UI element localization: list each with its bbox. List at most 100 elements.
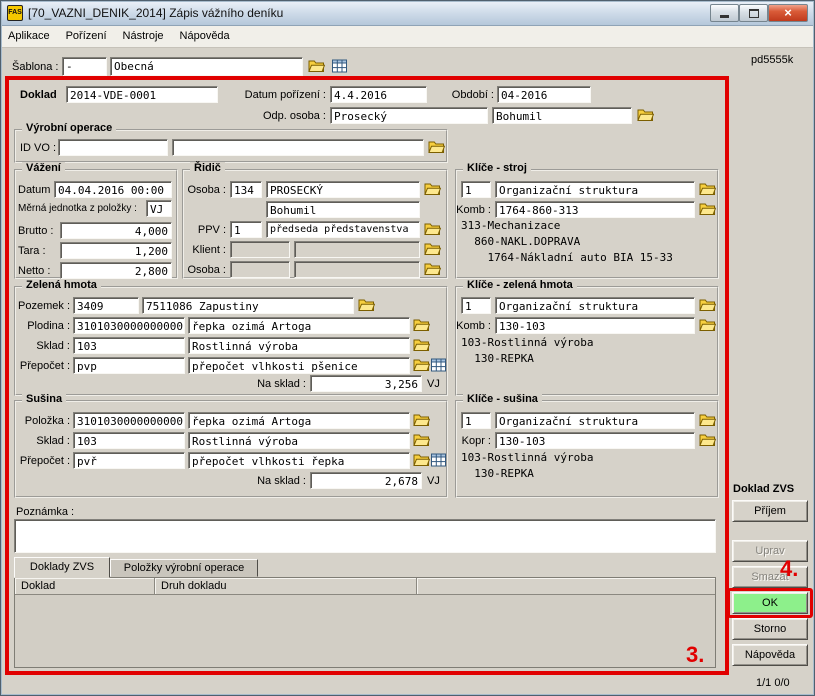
ridic-osoba-lookup-icon[interactable]	[424, 182, 442, 197]
zelena-sklad-lookup-icon[interactable]	[413, 338, 431, 353]
prijem-button[interactable]: Příjem	[732, 500, 808, 522]
window-title: [70_VAZNI_DENIK_2014] Zápis vážního dení…	[28, 6, 283, 20]
zelena-struktura-code-field[interactable]: 1	[461, 297, 491, 314]
ridic-osoba-surname-field[interactable]: PROSECKÝ	[266, 181, 420, 198]
menu-nastroje[interactable]: Nástroje	[115, 26, 172, 47]
doklady-grid[interactable]: Doklad Druh dokladu	[14, 577, 716, 668]
ridic-osoba2-name-field	[294, 261, 420, 278]
tara-field[interactable]: 1,200	[60, 242, 172, 259]
susina-sklad-code-field[interactable]: 103	[73, 432, 185, 449]
pozemek-code-field[interactable]: 3409	[73, 297, 139, 314]
plodina-lookup-icon[interactable]	[413, 318, 431, 333]
kopr-label: Kopr :	[455, 435, 491, 447]
brutto-field[interactable]: 4,000	[60, 222, 172, 239]
polozka-name-field[interactable]: řepka ozimá Artoga	[188, 412, 410, 429]
zelena-komb-lookup-icon[interactable]	[699, 318, 717, 333]
zelena-struktura-lookup-icon[interactable]	[699, 298, 717, 313]
merna-jednotka-field[interactable]: VJ	[146, 200, 172, 217]
sablona-name-field[interactable]: Obecná	[110, 57, 303, 76]
polozka-label: Položka :	[14, 415, 70, 427]
zelena-struktura-name-field[interactable]: Organizační struktura	[495, 297, 695, 314]
title-bar[interactable]: FAS [70_VAZNI_DENIK_2014] Zápis vážního …	[0, 0, 815, 26]
ridic-osoba2-lookup-icon[interactable]	[424, 262, 442, 277]
maximize-button[interactable]	[739, 4, 768, 22]
zelena-prepocet-table-icon[interactable]	[431, 358, 449, 373]
sablona-short-field[interactable]: -	[62, 57, 107, 76]
poznamka-input[interactable]	[14, 519, 716, 553]
id-vo-name-field[interactable]	[172, 139, 424, 156]
stroj-struktura-lookup-icon[interactable]	[699, 182, 717, 197]
susina-struktura-code-field[interactable]: 1	[461, 412, 491, 429]
app-logo-icon: FAS	[7, 5, 23, 21]
plodina-code-field[interactable]: 3101030000000000	[73, 317, 185, 334]
ok-button[interactable]: OK	[732, 592, 808, 614]
kopr-field[interactable]: 130-103	[495, 432, 695, 449]
menu-bar: AplikacePořízeníNástrojeNápověda	[0, 26, 815, 48]
form-code: pd5555k	[751, 54, 793, 66]
susina-sklad-lookup-icon[interactable]	[413, 433, 431, 448]
stroj-komb-lookup-icon[interactable]	[699, 202, 717, 217]
datum-porizeni-label: Datum pořízení :	[236, 89, 326, 101]
susina-struktura-lookup-icon[interactable]	[699, 413, 717, 428]
vazeni-datum-field[interactable]: 04.04.2016 00:00	[54, 181, 172, 198]
susina-sklad-name-field[interactable]: Rostlinná výroba	[188, 432, 410, 449]
zelena-prepocet-code-field[interactable]: pvp	[73, 357, 185, 374]
close-button[interactable]: ×	[768, 4, 808, 22]
susina-desc-line: 103-Rostlinná výroba	[461, 451, 593, 464]
plodina-name-field[interactable]: řepka ozimá Artoga	[188, 317, 410, 334]
id-vo-lookup-icon[interactable]	[428, 140, 446, 155]
poznamka-label: Poznámka :	[16, 506, 74, 518]
zelena-hmota-title: Zelená hmota	[22, 279, 101, 291]
menu-aplikace[interactable]: Aplikace	[0, 26, 58, 47]
odp-osoba-lookup-icon[interactable]	[637, 108, 655, 123]
klient-lookup-icon[interactable]	[424, 242, 442, 257]
zelena-prepocet-lookup-icon[interactable]	[413, 358, 431, 373]
ridic-osoba-name-field[interactable]: Bohumil	[266, 201, 420, 218]
tab-doklady-zvs[interactable]: Doklady ZVS	[14, 557, 110, 578]
zelena-sklad-code-field[interactable]: 103	[73, 337, 185, 354]
open-template-icon[interactable]	[308, 59, 326, 74]
zelena-desc-line: 103-Rostlinná výroba	[461, 336, 593, 349]
pozemek-lookup-icon[interactable]	[358, 298, 376, 313]
annotation-step3-label: 3.	[686, 642, 704, 668]
kopr-lookup-icon[interactable]	[699, 433, 717, 448]
stroj-struktura-name-field[interactable]: Organizační struktura	[495, 181, 695, 198]
susina-prepocet-lookup-icon[interactable]	[413, 453, 431, 468]
netto-field[interactable]: 2,800	[60, 262, 172, 279]
zelena-desc-line: 130-REPKA	[461, 352, 534, 365]
odp-osoba-surname-field[interactable]: Prosecký	[330, 107, 488, 124]
napoveda-button[interactable]: Nápověda	[732, 644, 808, 666]
zelena-sklad-name-field[interactable]: Rostlinná výroba	[188, 337, 410, 354]
template-list-icon[interactable]	[332, 59, 350, 74]
pozemek-name-field[interactable]: 7511086 Zapustiny	[142, 297, 354, 314]
maximize-icon	[749, 9, 759, 18]
grid-header-doklad: Doklad	[15, 578, 155, 595]
doklad-field[interactable]: 2014-VDE-0001	[66, 86, 218, 103]
polozka-code-field[interactable]: 3101030000000000	[73, 412, 185, 429]
ppv-lookup-icon[interactable]	[424, 222, 442, 237]
tab-polozky-vyrobni-operace[interactable]: Položky výrobní operace	[110, 559, 258, 577]
menu-porizeni[interactable]: Pořízení	[58, 26, 115, 47]
ppv-name-field[interactable]: předseda představenstva	[266, 221, 420, 238]
minimize-button[interactable]	[710, 4, 739, 22]
odp-osoba-name-field[interactable]: Bohumil	[492, 107, 632, 124]
storno-button[interactable]: Storno	[732, 618, 808, 640]
datum-porizeni-field[interactable]: 4.4.2016	[330, 86, 427, 103]
doklad-label: Doklad	[20, 89, 57, 101]
ridic-osoba-code-field[interactable]: 134	[230, 181, 262, 198]
ppv-code-field[interactable]: 1	[230, 221, 262, 238]
obdobi-field[interactable]: 04-2016	[497, 86, 591, 103]
vyrobni-operace-title: Výrobní operace	[22, 122, 116, 134]
id-vo-code-field[interactable]	[58, 139, 168, 156]
zelena-prepocet-name-field[interactable]: přepočet vlhkosti pšenice	[188, 357, 410, 374]
stroj-komb-field[interactable]: 1764-860-313	[495, 201, 695, 218]
susina-prepocet-table-icon[interactable]	[431, 453, 449, 468]
susina-struktura-name-field[interactable]: Organizační struktura	[495, 412, 695, 429]
stroj-desc-line: 313-Mechanizace	[461, 219, 560, 232]
polozka-lookup-icon[interactable]	[413, 413, 431, 428]
susina-prepocet-name-field[interactable]: přepočet vlhkosti řepka	[188, 452, 410, 469]
menu-napoveda[interactable]: Nápověda	[172, 26, 238, 47]
zelena-komb-field[interactable]: 130-103	[495, 317, 695, 334]
susina-prepocet-code-field[interactable]: pvř	[73, 452, 185, 469]
stroj-struktura-code-field[interactable]: 1	[461, 181, 491, 198]
